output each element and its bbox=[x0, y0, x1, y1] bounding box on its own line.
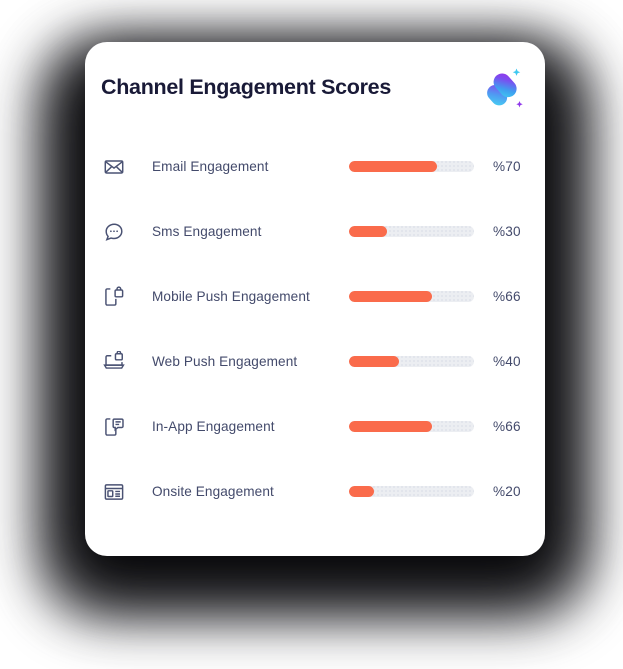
progress-fill bbox=[349, 486, 374, 497]
row-percentage: %70 bbox=[493, 159, 521, 174]
row-label: Sms Engagement bbox=[152, 224, 262, 239]
score-row-mobile-push[interactable]: Mobile Push Engagement %66 bbox=[85, 264, 545, 329]
row-label: Onsite Engagement bbox=[152, 484, 274, 499]
screenshot-stage: Channel Engagement Scores Email Engageme… bbox=[0, 0, 623, 669]
row-percentage: %40 bbox=[493, 354, 521, 369]
progress-track bbox=[349, 356, 474, 367]
score-rows-list: Email Engagement %70 Sms Engagement %30 … bbox=[85, 134, 545, 524]
progress-fill bbox=[349, 291, 432, 302]
row-label: In-App Engagement bbox=[152, 419, 275, 434]
progress-track bbox=[349, 421, 474, 432]
progress-track bbox=[349, 291, 474, 302]
envelope-icon bbox=[104, 159, 124, 174]
progress-track bbox=[349, 226, 474, 237]
progress-fill bbox=[349, 226, 387, 237]
row-percentage: %20 bbox=[493, 484, 521, 499]
row-label: Email Engagement bbox=[152, 159, 269, 174]
row-percentage: %66 bbox=[493, 419, 521, 434]
row-label: Web Push Engagement bbox=[152, 354, 298, 369]
score-row-onsite[interactable]: Onsite Engagement %20 bbox=[85, 459, 545, 524]
row-percentage: %30 bbox=[493, 224, 521, 239]
progress-track bbox=[349, 486, 474, 497]
onsite-window-icon bbox=[104, 483, 124, 500]
progress-track bbox=[349, 161, 474, 172]
score-row-web-push[interactable]: Web Push Engagement %40 bbox=[85, 329, 545, 394]
in-app-message-icon bbox=[105, 417, 124, 436]
page-title: Channel Engagement Scores bbox=[101, 75, 391, 100]
chat-bubble-icon bbox=[105, 222, 123, 241]
score-row-sms[interactable]: Sms Engagement %30 bbox=[85, 199, 545, 264]
progress-fill bbox=[349, 421, 432, 432]
gradient-sparkle-logo-icon bbox=[487, 68, 523, 108]
progress-fill bbox=[349, 161, 437, 172]
row-label: Mobile Push Engagement bbox=[152, 289, 310, 304]
score-row-in-app[interactable]: In-App Engagement %66 bbox=[85, 394, 545, 459]
row-percentage: %66 bbox=[493, 289, 521, 304]
score-row-email[interactable]: Email Engagement %70 bbox=[85, 134, 545, 199]
progress-fill bbox=[349, 356, 399, 367]
channel-engagement-card: Channel Engagement Scores Email Engageme… bbox=[85, 42, 545, 556]
mobile-push-icon bbox=[105, 285, 124, 306]
card-header: Channel Engagement Scores bbox=[85, 42, 545, 134]
web-push-icon bbox=[103, 350, 125, 369]
